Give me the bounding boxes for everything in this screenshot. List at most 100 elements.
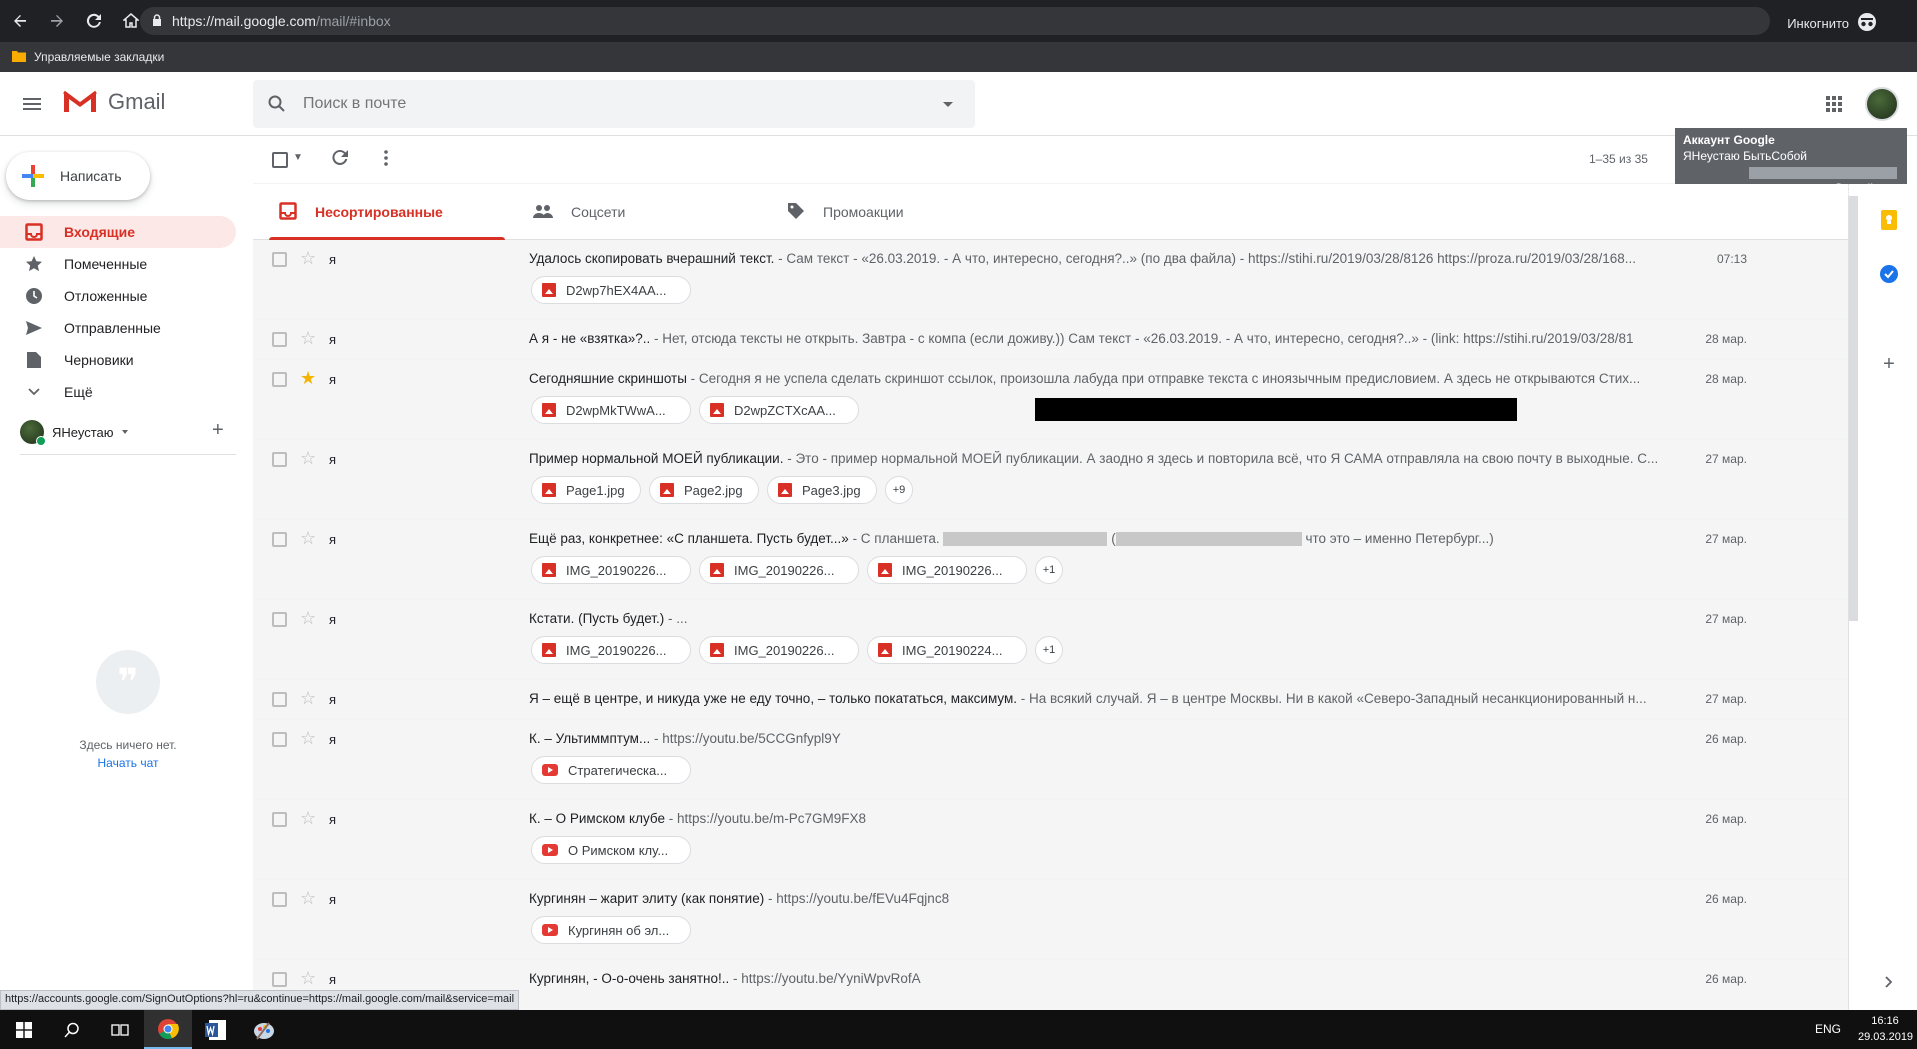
video-chip[interactable]: О Римском клу...: [531, 836, 691, 864]
apps-grid-icon[interactable]: [1822, 92, 1846, 116]
account-avatar[interactable]: [1865, 87, 1899, 121]
attachment-chip[interactable]: IMG_20190226...: [699, 556, 859, 584]
star-filled-icon[interactable]: ★: [300, 368, 316, 388]
word-icon[interactable]: [192, 1010, 240, 1049]
paint-icon[interactable]: [240, 1010, 288, 1049]
attachment-chip[interactable]: IMG_20190226...: [531, 556, 691, 584]
row-checkbox[interactable]: [272, 812, 287, 827]
more-attachments[interactable]: +1: [1035, 556, 1063, 584]
search-bar[interactable]: [253, 80, 975, 128]
sidebar-item-drafts[interactable]: Черновики: [0, 344, 236, 376]
attachment-chip[interactable]: Page2.jpg: [649, 476, 759, 504]
add-addon-icon[interactable]: +: [1879, 353, 1899, 375]
select-options-icon[interactable]: ▼: [293, 152, 303, 163]
managed-bookmarks[interactable]: Управляемые закладки: [34, 50, 164, 64]
row-checkbox[interactable]: [272, 692, 287, 707]
sidebar-item-inbox[interactable]: Входящие: [0, 216, 236, 248]
caret-down-icon[interactable]: [121, 430, 128, 434]
row-checkbox[interactable]: [272, 532, 287, 547]
hangouts-user[interactable]: ЯНеустаю +: [20, 418, 236, 446]
attachment-chip[interactable]: D2wp7hEX4AA...: [531, 276, 691, 304]
email-row[interactable]: ★ я Сегодняшние скриншоты - Сегодня я не…: [253, 360, 1848, 440]
attachment-chip[interactable]: Page1.jpg: [531, 476, 641, 504]
tooltip-email-suffix: @gmail.com: [1832, 181, 1899, 195]
email-row[interactable]: ☆ я Кургинян – жарит элиту (как понятие)…: [253, 880, 1848, 960]
attachment-chip[interactable]: IMG_20190226...: [867, 556, 1027, 584]
refresh-icon[interactable]: [330, 148, 350, 171]
row-checkbox[interactable]: [272, 452, 287, 467]
star-icon[interactable]: ☆: [300, 608, 316, 628]
email-row[interactable]: ☆ я Пример нормальной МОЕЙ публикации. -…: [253, 440, 1848, 520]
tab-promotions[interactable]: Промоакции: [769, 184, 1005, 240]
email-sender: я: [329, 532, 337, 547]
chrome-icon[interactable]: [144, 1010, 192, 1049]
attachment-chip[interactable]: D2wpMkTWwA...: [531, 396, 691, 424]
star-icon[interactable]: ☆: [300, 808, 316, 828]
search-icon[interactable]: [48, 1010, 96, 1049]
row-checkbox[interactable]: [272, 332, 287, 347]
attachment-chip[interactable]: D2wpZCTXcAA...: [699, 396, 859, 424]
empty-chat: ❞ Здесь ничего нет. Начать чат: [0, 650, 256, 770]
select-all-checkbox[interactable]: [272, 152, 288, 168]
email-row[interactable]: ☆ я К. – Ультиммптум... - https://youtu.…: [253, 720, 1848, 800]
windows-start-icon[interactable]: [0, 1010, 48, 1049]
start-chat-link[interactable]: Начать чат: [0, 756, 256, 770]
attachment-chip[interactable]: Page3.jpg: [767, 476, 877, 504]
email-row[interactable]: ☆ я Кстати. (Пусть будет.) - ... 27 мар.…: [253, 600, 1848, 680]
clock[interactable]: 16:16 29.03.2019: [1858, 1013, 1913, 1045]
video-chip[interactable]: Стратегическа...: [531, 756, 691, 784]
language-indicator[interactable]: ENG: [1815, 1022, 1841, 1036]
gmail-logo[interactable]: Gmail: [62, 88, 165, 116]
sidebar-item-sent[interactable]: Отправленные: [0, 312, 236, 344]
search-icon[interactable]: [267, 94, 287, 114]
more-attachments[interactable]: +9: [885, 476, 913, 504]
compose-button[interactable]: Написать: [6, 152, 150, 200]
incognito-indicator[interactable]: Инкогнито: [1787, 12, 1877, 35]
search-input[interactable]: [303, 95, 903, 113]
sidebar-item-snoozed[interactable]: Отложенные: [0, 280, 236, 312]
star-icon[interactable]: ☆: [300, 248, 316, 268]
email-row[interactable]: ☆ я А я - не «взятка»?.. - Нет, отсюда т…: [253, 320, 1848, 360]
list-scrollbar[interactable]: [1849, 196, 1858, 621]
star-icon[interactable]: ☆: [300, 968, 316, 988]
row-checkbox[interactable]: [272, 612, 287, 627]
forward-icon[interactable]: [40, 4, 74, 38]
email-row[interactable]: ☆ я К. – О Римском клубе - https://youtu…: [253, 800, 1848, 880]
tasks-icon[interactable]: [1879, 264, 1899, 284]
star-icon[interactable]: ☆: [300, 728, 316, 748]
reload-icon[interactable]: [77, 4, 111, 38]
attachment-chip[interactable]: IMG_20190226...: [531, 636, 691, 664]
keep-icon[interactable]: [1879, 210, 1899, 230]
more-attachments[interactable]: +1: [1035, 636, 1063, 664]
star-icon[interactable]: ☆: [300, 688, 316, 708]
attachment-chip[interactable]: IMG_20190226...: [699, 636, 859, 664]
sidebar-item-more[interactable]: Ещё: [0, 376, 236, 408]
address-bar[interactable]: https://mail.google.com/mail/#inbox: [140, 7, 1770, 35]
email-row[interactable]: ☆ я Я – ещё в центре, и никуда уже не ед…: [253, 680, 1848, 720]
back-icon[interactable]: [3, 4, 37, 38]
row-checkbox[interactable]: [272, 732, 287, 747]
star-icon[interactable]: ☆: [300, 328, 316, 348]
email-snippet-tail: что это – именно Петербург...): [1305, 531, 1494, 546]
tab-primary[interactable]: Несортированные: [261, 184, 505, 240]
video-chip[interactable]: Кургинян об эл...: [531, 916, 691, 944]
row-checkbox[interactable]: [272, 892, 287, 907]
row-checkbox[interactable]: [272, 972, 287, 987]
more-options-icon[interactable]: [376, 148, 396, 171]
star-icon[interactable]: ☆: [300, 888, 316, 908]
task-view-icon[interactable]: [96, 1010, 144, 1049]
chevron-right-icon[interactable]: [1879, 972, 1899, 992]
star-icon[interactable]: ☆: [300, 448, 316, 468]
main-menu-icon[interactable]: [20, 92, 44, 116]
sidebar-item-starred[interactable]: Помеченные: [0, 248, 236, 280]
attachment-chip[interactable]: IMG_20190224...: [867, 636, 1027, 664]
row-checkbox[interactable]: [272, 252, 287, 267]
star-icon[interactable]: ☆: [300, 528, 316, 548]
attachment-label: IMG_20190226...: [566, 562, 667, 578]
email-row[interactable]: ☆ я Удалось скопировать вчерашний текст.…: [253, 240, 1848, 320]
email-row[interactable]: ☆ я Ещё раз, конкретнее: «С планшета. Пу…: [253, 520, 1848, 600]
row-checkbox[interactable]: [272, 372, 287, 387]
search-options-icon[interactable]: [943, 102, 953, 107]
tab-social[interactable]: Соцсети: [515, 184, 751, 240]
add-contact-icon[interactable]: +: [212, 420, 224, 440]
